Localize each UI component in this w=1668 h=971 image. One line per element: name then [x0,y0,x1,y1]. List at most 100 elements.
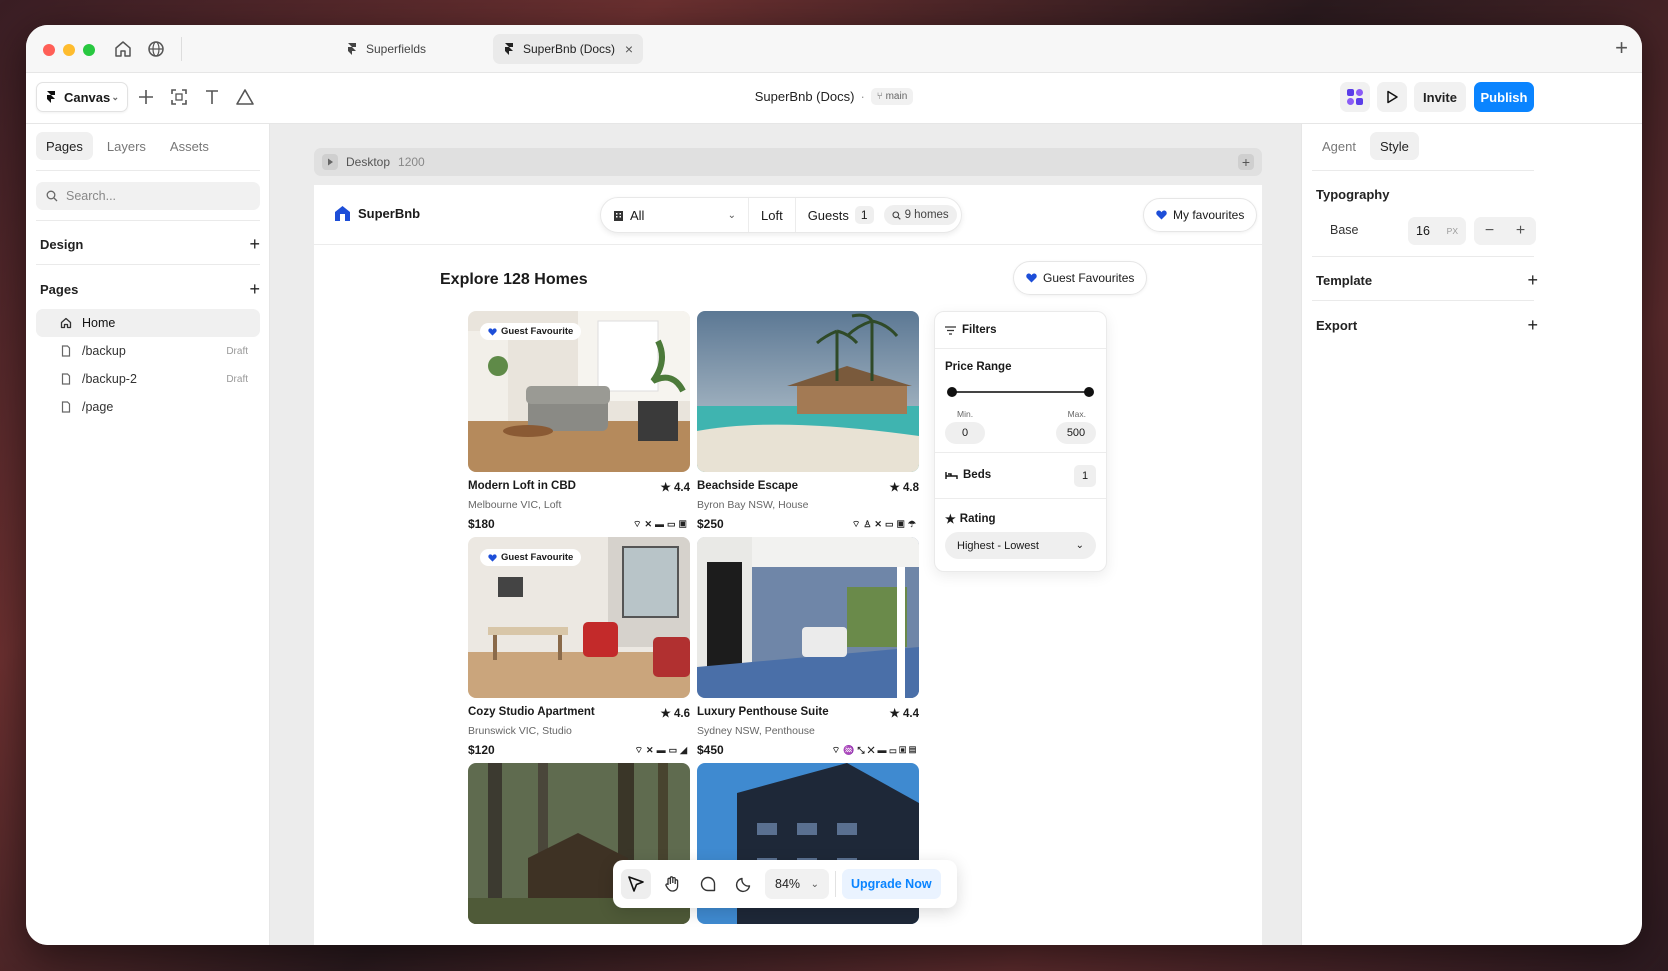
rating-section: ★ Rating Highest - Lowest ⌄ [935,498,1106,573]
listing-image[interactable]: Guest Favourite [468,537,690,698]
listing-card[interactable]: Luxury Penthouse Suite ★ 4.4 Sydney NSW, … [697,537,919,757]
tab-assets[interactable]: Assets [160,132,219,160]
star-icon: ★ [945,512,956,526]
beds-input[interactable]: 1 [1074,465,1096,487]
homes-count-badge[interactable]: 9 homes [883,205,957,225]
listing-image[interactable] [697,311,919,472]
hand-tool-button[interactable] [657,869,687,899]
increase-icon[interactable]: + [1516,222,1525,240]
desktop-frame[interactable]: SuperBnb All ⌄ Loft Guests 1 9 homes My … [314,185,1262,945]
listing-image[interactable]: Guest Favourite [468,311,690,472]
page-icon [61,345,71,357]
listing-card[interactable]: Guest Favourite Modern Loft in CBD ★ 4.4 … [468,311,690,531]
zoom-select[interactable]: 84% ⌄ [765,869,829,899]
max-slider-handle[interactable] [1084,387,1094,397]
base-size-input[interactable]: 16 PX [1408,217,1466,245]
add-icon[interactable]: + [1527,270,1538,291]
search-icon [46,190,58,202]
rating-sort-select[interactable]: Highest - Lowest ⌄ [945,532,1096,559]
framer-icon [505,43,513,55]
location-field[interactable]: Loft [749,198,796,232]
listing-price: $250 [697,517,724,531]
amenity-icons: ⌔♒⤡✕▬▭▣▤ [831,744,919,755]
maximize-window-button[interactable] [83,44,95,56]
branch-badge[interactable]: ⑂ main [870,88,914,105]
dark-mode-button[interactable] [729,869,759,899]
add-icon[interactable]: + [1527,315,1538,336]
guests-field[interactable]: Guests 1 [796,198,878,232]
canvas-area[interactable]: Desktop 1200 + SuperBnb All ⌄ Loft Guest… [270,124,1301,945]
tab-style[interactable]: Style [1369,132,1419,160]
page-item-home[interactable]: Home [36,309,260,337]
select-tool-button[interactable] [621,869,651,899]
publish-button[interactable]: Publish [1474,82,1534,112]
my-favourites-button[interactable]: My favourites [1143,198,1258,232]
tab-superfields[interactable]: Superfields [336,34,486,64]
bed-icon [945,471,958,479]
search-input[interactable]: Search... [36,182,260,210]
price-slider-track[interactable] [951,391,1089,393]
preview-frame-icon[interactable] [322,154,338,170]
tab-superbnb-docs[interactable]: SuperBnb (Docs) × [493,34,643,64]
listing-card[interactable]: Guest Favourite Cozy Studio Apartment ★ 4… [468,537,690,757]
right-panel-tabs: Agent Style [1312,132,1419,160]
plugins-button[interactable] [1340,82,1370,112]
listing-card[interactable]: Beachside Escape ★ 4.8 Byron Bay NSW, Hou… [697,311,919,531]
upgrade-now-button[interactable]: Upgrade Now [842,869,941,899]
minimize-window-button[interactable] [63,44,75,56]
tab-agent[interactable]: Agent [1312,132,1366,160]
left-panel-tabs: Pages Layers Assets [36,132,219,160]
min-slider-handle[interactable] [947,387,957,397]
listing-title: Modern Loft in CBD [468,480,576,492]
listing-title: Luxury Penthouse Suite [697,706,829,718]
close-tab-icon[interactable]: × [625,41,633,57]
add-icon[interactable]: + [249,234,260,255]
tab-pages[interactable]: Pages [36,132,93,160]
heart-icon [1156,210,1167,220]
close-window-button[interactable] [43,44,55,56]
document-title[interactable]: SuperBnb (Docs) [755,89,855,104]
tab-layers[interactable]: Layers [97,132,156,160]
listing-price: $450 [697,743,724,757]
heart-icon [488,553,497,562]
comment-icon [700,876,716,892]
home-icon [60,317,72,329]
cursor-icon [628,876,644,892]
design-section[interactable]: Design + [40,234,260,255]
amenity-icons: ⌔♙✕▭▣☂ [851,518,919,529]
home-icon[interactable] [113,39,133,59]
page-item-backup[interactable]: /backup Draft [36,337,260,365]
decrease-icon[interactable]: − [1485,222,1494,240]
new-tab-icon[interactable]: + [1615,35,1628,61]
type-select[interactable]: All ⌄ [601,198,749,232]
search-bar[interactable]: All ⌄ Loft Guests 1 9 homes [600,197,962,233]
site-logo[interactable]: SuperBnb [334,205,420,222]
app-window: Superfields SuperBnb (Docs) × + Canvas ⌄… [26,25,1642,945]
listing-image[interactable] [697,537,919,698]
beds-section: Beds 1 [935,452,1106,498]
guest-favourites-button[interactable]: Guest Favourites [1013,261,1148,295]
listing-price: $120 [468,743,495,757]
site-navbar: SuperBnb All ⌄ Loft Guests 1 9 homes My … [314,185,1262,245]
page-icon [61,373,71,385]
export-section[interactable]: Export + [1316,315,1538,336]
min-price-input[interactable]: 0 [945,422,985,444]
typography-section: Typography [1316,187,1390,202]
pages-section[interactable]: Pages + [40,279,260,300]
add-breakpoint-icon[interactable]: + [1238,154,1254,170]
add-page-icon[interactable]: + [249,279,260,300]
globe-icon[interactable] [146,39,166,59]
page-item-backup-2[interactable]: /backup-2 Draft [36,365,260,393]
template-section[interactable]: Template + [1316,270,1538,291]
listing-rating: ★ 4.4 [889,708,919,720]
left-panel: Pages Layers Assets Search... Design + P… [26,124,270,945]
base-size-stepper: − + [1474,217,1536,245]
page-heading: Explore 128 Homes [440,271,588,288]
frame-header[interactable]: Desktop 1200 + [314,148,1262,176]
max-price-input[interactable]: 500 [1056,422,1096,444]
preview-button[interactable] [1377,82,1407,112]
comment-tool-button[interactable] [693,869,723,899]
page-item-page[interactable]: /page [36,393,260,421]
heart-icon [1026,273,1037,283]
invite-button[interactable]: Invite [1414,82,1466,112]
